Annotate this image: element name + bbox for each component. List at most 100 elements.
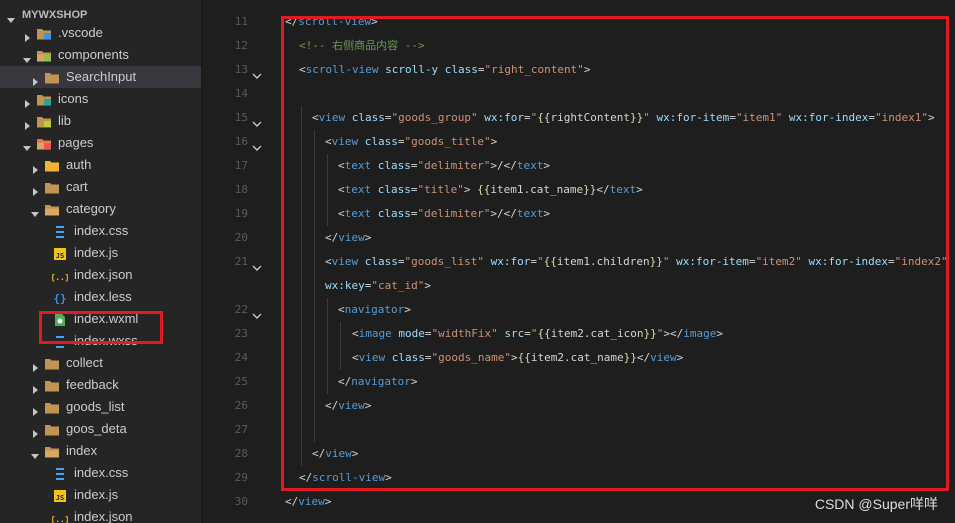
js-file-icon: JS [52, 246, 68, 260]
chevron-right-icon [30, 160, 40, 174]
explorer-folder-row[interactable]: feedback [0, 374, 201, 396]
explorer-file-row[interactable]: index.css [0, 220, 201, 242]
explorer-file-row[interactable]: JS index.js [0, 484, 201, 506]
explorer-item-label: lib [58, 113, 72, 128]
explorer-folder-row[interactable]: auth [0, 154, 201, 176]
folder-icon [44, 422, 60, 436]
explorer-folder-row[interactable]: collect [0, 352, 201, 374]
explorer-file-row[interactable]: {..} index.json [0, 264, 201, 286]
line-number: 26 [234, 399, 248, 412]
chevron-right-icon [30, 182, 40, 196]
folder-icon [44, 400, 60, 414]
line-number: 30 [234, 495, 248, 508]
explorer-file-row[interactable]: index.css [0, 462, 201, 484]
line-number: 28 [234, 447, 248, 460]
explorer-folder-row[interactable]: index [0, 440, 201, 462]
explorer-folder-row[interactable]: category [0, 198, 201, 220]
explorer-item-label: goods_list [66, 399, 125, 414]
line-number-gutter: 11 12 13 14 15 16 17 18 19 20 21 22 23 24 25 26 27 28 29 30 [220, 0, 272, 523]
explorer-folder-row[interactable]: icons [0, 88, 201, 110]
explorer-item-label: auth [66, 157, 92, 172]
chevron-down-icon [22, 50, 32, 63]
gutter-line: 14 [220, 82, 272, 106]
folder-icon [44, 180, 60, 194]
gutter-line: 21 [220, 250, 272, 274]
code-line: </view> [285, 490, 331, 514]
chevron-right-icon [22, 28, 32, 42]
folder-pages-icon [36, 136, 52, 150]
explorer-item-label: .vscode [58, 25, 103, 40]
chevron-right-icon [22, 116, 32, 130]
css-file-icon [52, 466, 68, 480]
explorer-folder-row[interactable]: goos_deta [0, 418, 201, 440]
gutter-line: 12 [220, 34, 272, 58]
json-file-icon: {..} [50, 510, 69, 523]
code-token: </ [285, 495, 299, 508]
svg-text:JS: JS [56, 252, 64, 260]
chevron-right-icon [30, 380, 40, 394]
gutter-line: 19 [220, 202, 272, 226]
explorer-file-row[interactable]: {..} index.json [0, 506, 201, 523]
line-number: 17 [234, 159, 248, 172]
explorer-folder-row[interactable]: SearchInput [0, 66, 201, 88]
gutter-line: 28 [220, 442, 272, 466]
gutter-line: 13 [220, 58, 272, 82]
chevron-right-icon [30, 358, 40, 372]
explorer-file-row[interactable]: {} index.less [0, 286, 201, 308]
gutter-line: 23 [220, 322, 272, 346]
line-number: 27 [234, 423, 248, 436]
fold-chevron-icon[interactable] [252, 257, 262, 271]
code-token: view [298, 495, 325, 508]
json-file-icon: {..} [50, 268, 69, 282]
explorer-file-row[interactable]: JS index.js [0, 242, 201, 264]
highlight-box-file [39, 311, 163, 344]
explorer-item-label: components [58, 47, 129, 62]
chevron-right-icon [30, 402, 40, 416]
chevron-right-icon [30, 72, 40, 86]
fold-chevron-icon[interactable] [252, 137, 262, 151]
line-number: 22 [234, 303, 248, 316]
folder-icon [44, 378, 60, 392]
folder-open-icon [44, 444, 60, 458]
chevron-right-icon [30, 424, 40, 438]
gutter-line: 24 [220, 346, 272, 370]
explorer-folder-row[interactable]: goods_list [0, 396, 201, 418]
highlight-box-code [281, 16, 949, 491]
explorer-item-label: icons [58, 91, 89, 106]
svg-text:{}: {} [53, 292, 66, 305]
gutter-line: 26 [220, 394, 272, 418]
explorer-item-label: index.less [74, 289, 132, 304]
line-number: 12 [234, 39, 248, 52]
less-file-icon: {} [52, 290, 68, 305]
chevron-down-icon [30, 446, 40, 459]
folder-lib-icon [36, 114, 52, 128]
svg-text:{..}: {..} [52, 273, 68, 282]
fold-chevron-icon[interactable] [252, 113, 262, 127]
explorer-item-label: index.css [74, 465, 129, 480]
gutter-line [220, 274, 272, 298]
folder-icons-icon [36, 92, 52, 106]
folder-icon [44, 70, 60, 84]
folder-components-icon [36, 48, 52, 62]
line-number: 14 [234, 87, 248, 100]
explorer-item-label: index.js [74, 487, 119, 502]
watermark: CSDN @Super咩咩 [814, 496, 938, 512]
line-number: 11 [234, 15, 248, 28]
line-number: 16 [234, 135, 248, 148]
explorer-folder-row[interactable]: lib [0, 110, 201, 132]
gutter-line: 20 [220, 226, 272, 250]
explorer-folder-row[interactable]: pages [0, 132, 201, 154]
explorer-item-label: index.css [74, 223, 129, 238]
code-token: > [324, 495, 332, 508]
explorer-folder-row[interactable]: components [0, 44, 201, 66]
explorer-folder-row[interactable]: .vscode [0, 22, 201, 44]
explorer-item-label: cart [66, 179, 88, 194]
line-number: 13 [234, 63, 248, 76]
gutter-line: 15 [220, 106, 272, 130]
fold-chevron-icon[interactable] [252, 305, 262, 319]
gutter-line: 25 [220, 370, 272, 394]
fold-chevron-icon[interactable] [252, 65, 262, 79]
explorer-folder-row[interactable]: cart [0, 176, 201, 198]
chevron-down-icon [30, 204, 40, 217]
gutter-line: 17 [220, 154, 272, 178]
